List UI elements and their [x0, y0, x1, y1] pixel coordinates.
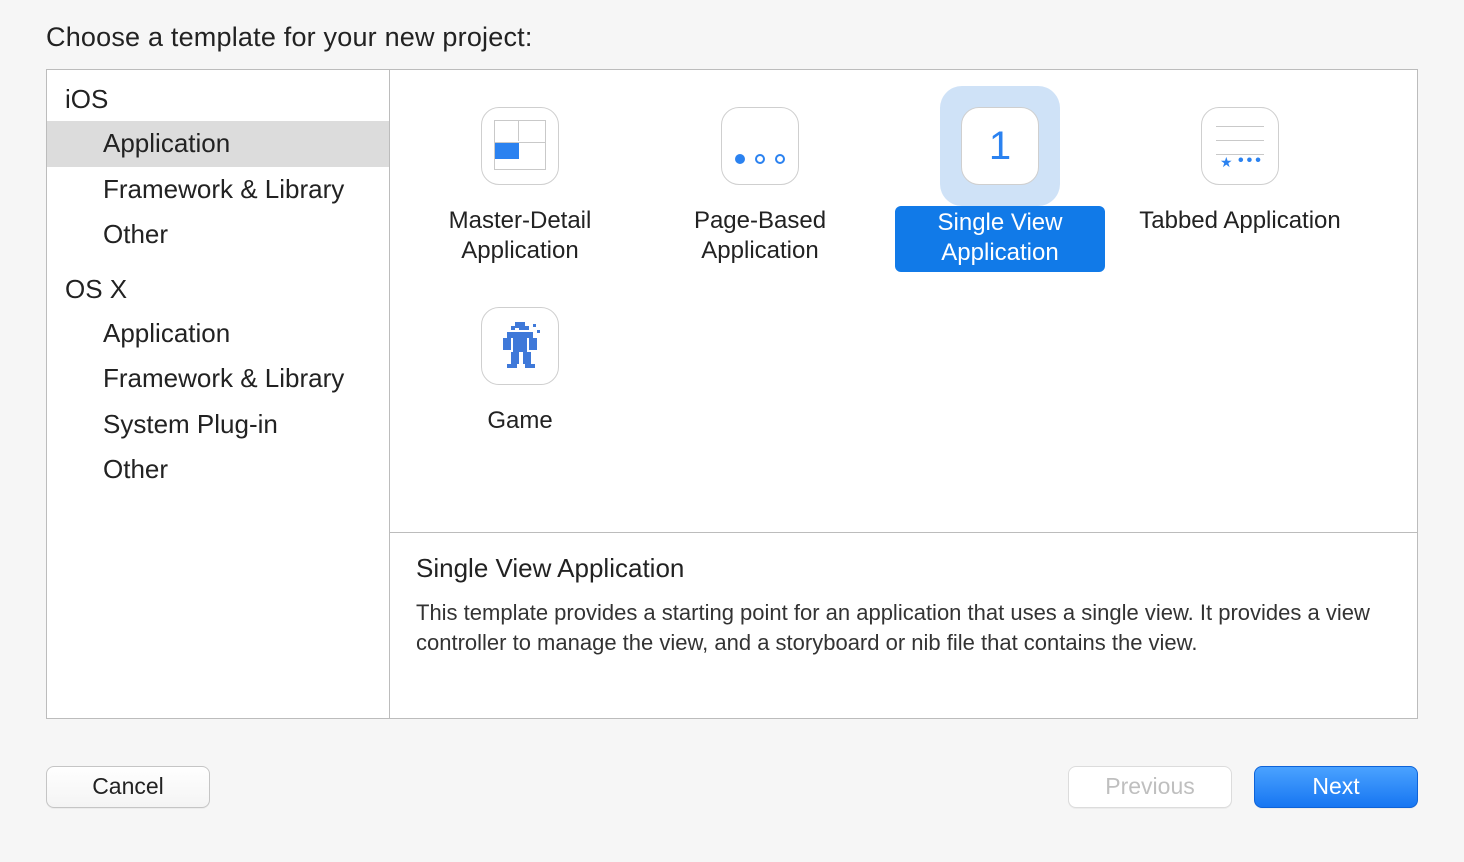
template-label: Single View Application	[895, 206, 1105, 272]
next-button[interactable]: Next	[1254, 766, 1418, 808]
single-view-icon: 1	[940, 86, 1060, 206]
sidebar-item-osx-application[interactable]: Application	[47, 311, 389, 357]
template-master-detail[interactable]: Master-Detail Application	[400, 80, 640, 280]
template-label: Master-Detail Application	[415, 206, 625, 266]
sidebar-item-ios-other[interactable]: Other	[47, 212, 389, 258]
footer: Cancel Previous Next	[46, 766, 1418, 808]
sidebar-group-ios-header: iOS	[47, 80, 389, 121]
template-label: Page-Based Application	[655, 206, 865, 266]
sidebar: iOS Application Framework & Library Othe…	[47, 70, 390, 718]
previous-button: Previous	[1068, 766, 1232, 808]
cancel-button[interactable]: Cancel	[46, 766, 210, 808]
template-single-view[interactable]: 1 Single View Application	[880, 80, 1120, 280]
template-label: Tabbed Application	[1139, 206, 1341, 236]
master-detail-icon	[460, 86, 580, 206]
template-label: Game	[487, 406, 552, 436]
sidebar-item-ios-framework-library[interactable]: Framework & Library	[47, 167, 389, 213]
sidebar-item-osx-framework-library[interactable]: Framework & Library	[47, 356, 389, 402]
template-game[interactable]: Game	[400, 280, 640, 480]
sheet-title: Choose a template for your new project:	[0, 0, 1464, 63]
main-panel: iOS Application Framework & Library Othe…	[46, 69, 1418, 719]
page-based-icon	[700, 86, 820, 206]
description-title: Single View Application	[416, 553, 1391, 584]
sidebar-group-osx-header: OS X	[47, 270, 389, 311]
main-area: Master-Detail Application Page-Based App…	[390, 70, 1417, 718]
sidebar-item-osx-other[interactable]: Other	[47, 447, 389, 493]
sidebar-item-osx-system-plugin[interactable]: System Plug-in	[47, 402, 389, 448]
description-body: This template provides a starting point …	[416, 598, 1391, 657]
template-tabbed[interactable]: ★••• Tabbed Application	[1120, 80, 1360, 280]
game-icon	[460, 286, 580, 406]
template-grid: Master-Detail Application Page-Based App…	[390, 70, 1417, 532]
template-chooser-sheet: Choose a template for your new project: …	[0, 0, 1464, 862]
template-page-based[interactable]: Page-Based Application	[640, 80, 880, 280]
template-description: Single View Application This template pr…	[390, 532, 1417, 718]
sidebar-item-ios-application[interactable]: Application	[47, 121, 389, 167]
tabbed-icon: ★•••	[1180, 86, 1300, 206]
